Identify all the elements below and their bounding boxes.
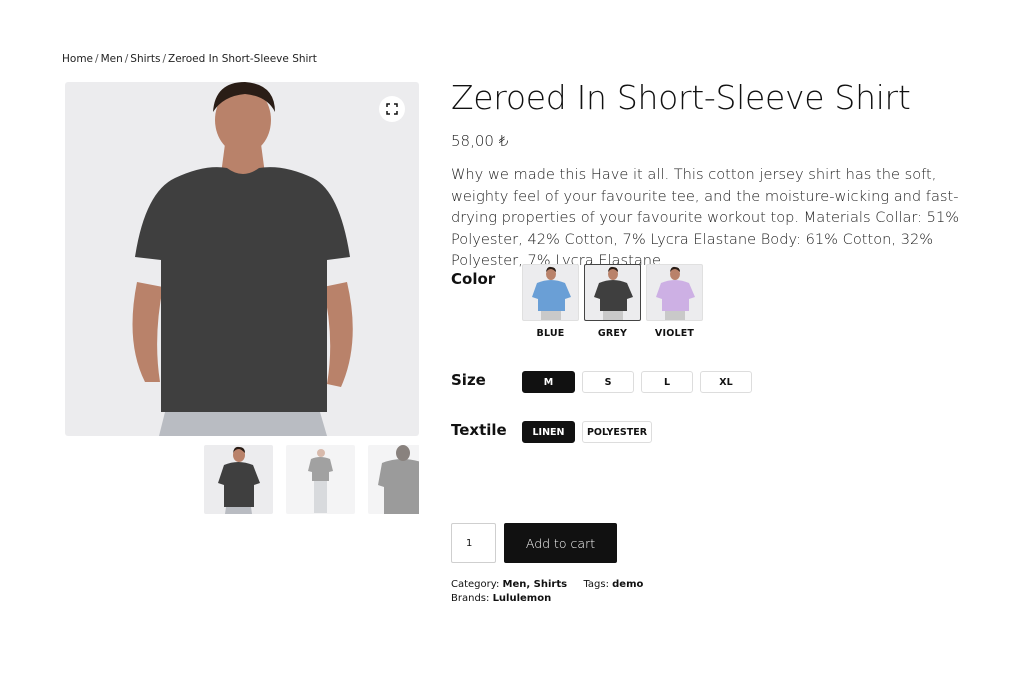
size-option-m[interactable]: M — [522, 371, 575, 393]
product-main-image[interactable] — [65, 82, 419, 436]
add-to-cart-button[interactable]: Add to cart — [504, 523, 617, 563]
color-swatch-violet[interactable] — [646, 264, 703, 321]
swatch-image — [532, 266, 571, 320]
category-label: Category: — [451, 579, 500, 590]
textile-option-linen[interactable]: LINEN — [522, 421, 575, 443]
thumbnail-front[interactable] — [204, 445, 273, 514]
size-option-xl[interactable]: XL — [700, 371, 752, 393]
color-label: Color — [451, 270, 496, 288]
category-value[interactable]: Men, Shirts — [503, 579, 568, 590]
size-label: Size — [451, 371, 486, 389]
quantity-input[interactable] — [451, 523, 496, 563]
color-swatch-grey[interactable] — [584, 264, 641, 321]
brands-label: Brands: — [451, 593, 490, 604]
textile-option-polyester[interactable]: POLYESTER — [582, 421, 652, 443]
swatch-image — [656, 266, 695, 320]
breadcrumb-current: Zeroed In Short-Sleeve Shirt — [168, 53, 317, 65]
color-name-violet: VIOLET — [654, 328, 695, 339]
product-meta-line2: Brands: Lululemon — [451, 593, 551, 604]
thumbnail-back[interactable] — [368, 445, 419, 514]
size-option-s[interactable]: S — [582, 371, 634, 393]
textile-label: Textile — [451, 421, 507, 439]
thumbnail-image — [308, 449, 333, 513]
expand-icon — [386, 103, 398, 115]
product-price: 58,00 ₺ — [451, 132, 508, 150]
thumbnail-full-body[interactable] — [286, 445, 355, 514]
breadcrumb-separator: / — [162, 53, 166, 65]
product-meta-line1: Category: Men, Shirts Tags: demo — [451, 579, 643, 590]
breadcrumb-separator: / — [95, 53, 99, 65]
tags-label: Tags: — [583, 579, 609, 590]
product-title: Zeroed In Short-Sleeve Shirt — [451, 78, 911, 117]
brands-value[interactable]: Lululemon — [493, 593, 552, 604]
price-value: 58,00 — [451, 132, 494, 150]
model-photo — [132, 82, 353, 436]
color-name-blue: BLUE — [536, 328, 565, 339]
breadcrumb-shirts[interactable]: Shirts — [130, 53, 160, 65]
breadcrumb-men[interactable]: Men — [101, 53, 123, 65]
breadcrumb-separator: / — [124, 53, 129, 65]
swatch-image — [594, 266, 633, 320]
zoom-button[interactable] — [379, 96, 405, 122]
color-swatch-blue[interactable] — [522, 264, 579, 321]
size-option-l[interactable]: L — [641, 371, 693, 393]
thumbnail-image — [218, 446, 260, 514]
tags-value[interactable]: demo — [612, 579, 643, 590]
thumbnail-image — [378, 445, 419, 514]
currency-symbol: ₺ — [498, 132, 509, 150]
breadcrumb: Home / Men / Shirts / Zeroed In Short-Sleeve S… — [62, 53, 317, 65]
thumbnail-strip — [204, 445, 419, 515]
breadcrumb-home[interactable]: Home — [62, 53, 93, 65]
color-name-grey: GREY — [597, 328, 628, 339]
product-description: Why we made this Have it all. This cotto… — [451, 166, 960, 269]
